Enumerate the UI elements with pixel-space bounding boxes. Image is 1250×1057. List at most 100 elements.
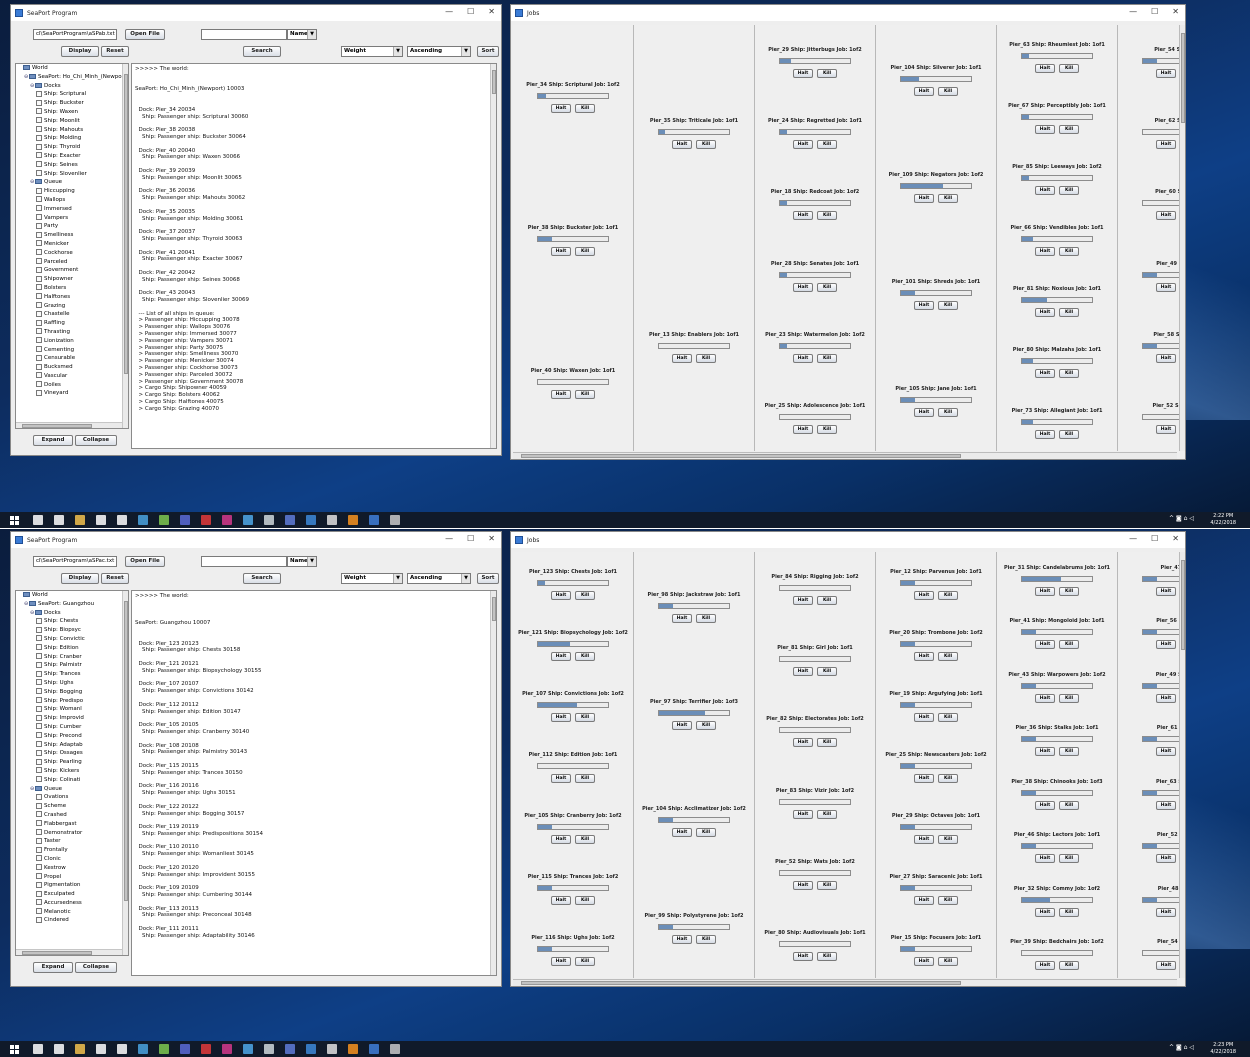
tree-node[interactable]: Demonstrator: [16, 829, 128, 838]
jobs-horizontal-scrollbar[interactable]: [513, 979, 1177, 986]
halt-button[interactable]: Halt: [1156, 425, 1176, 435]
app-icon[interactable]: [306, 1044, 316, 1054]
kill-button[interactable]: Kill: [817, 666, 837, 676]
app-icon[interactable]: [222, 515, 232, 525]
collapse-button[interactable]: Collapse: [75, 962, 117, 973]
halt-button[interactable]: Halt: [672, 934, 692, 944]
kill-button[interactable]: Kill: [1059, 961, 1079, 971]
halt-button[interactable]: Halt: [1156, 747, 1176, 757]
output-vertical-scrollbar[interactable]: [490, 64, 496, 448]
tree-node[interactable]: World: [16, 591, 128, 600]
scroll-thumb[interactable]: [492, 70, 496, 94]
sort-field-select[interactable]: Weight ▼: [341, 46, 403, 57]
halt-button[interactable]: Halt: [551, 246, 571, 256]
kill-button[interactable]: Kill: [817, 139, 837, 149]
halt-button[interactable]: Halt: [1035, 961, 1055, 971]
tree-node[interactable]: Cementing: [16, 346, 128, 355]
tree-node[interactable]: Accursedness: [16, 899, 128, 908]
app-icon[interactable]: [180, 515, 190, 525]
tree-node[interactable]: Thrasting: [16, 328, 128, 337]
reset-button[interactable]: Reset: [101, 573, 129, 584]
world-tree[interactable]: World ⊖ SeaPort: Ho_Chi_Minh_(Newpo ⊖ Docks S…: [15, 63, 129, 429]
halt-button[interactable]: Halt: [672, 720, 692, 730]
tree-node[interactable]: Ship: Thyroid: [16, 143, 128, 152]
notepad-icon[interactable]: [159, 515, 169, 525]
tree-node[interactable]: Party: [16, 222, 128, 231]
halt-button[interactable]: Halt: [793, 68, 813, 78]
task-view-icon[interactable]: [54, 1044, 64, 1054]
scroll-thumb[interactable]: [521, 454, 961, 458]
kill-button[interactable]: Kill: [938, 896, 958, 906]
search-input[interactable]: [201, 29, 287, 40]
scroll-thumb[interactable]: [1181, 33, 1185, 123]
minimize-icon[interactable]: —: [445, 534, 453, 543]
halt-button[interactable]: Halt: [793, 353, 813, 363]
jobs-vertical-scrollbar[interactable]: [1179, 552, 1185, 978]
tree-node[interactable]: Ship: Adaptab: [16, 741, 128, 750]
tree-node[interactable]: Ship: Cumber: [16, 723, 128, 732]
tree-node[interactable]: Chastelle: [16, 310, 128, 319]
kill-button[interactable]: Kill: [1059, 124, 1079, 134]
display-button[interactable]: Display: [61, 46, 99, 57]
kill-button[interactable]: Kill: [938, 86, 958, 96]
halt-button[interactable]: Halt: [914, 773, 934, 783]
close-icon[interactable]: ✕: [488, 7, 495, 16]
halt-button[interactable]: Halt: [672, 140, 692, 149]
halt-button[interactable]: Halt: [1035, 308, 1055, 318]
scroll-thumb[interactable]: [492, 597, 496, 621]
halt-button[interactable]: Halt: [551, 651, 571, 661]
kill-button[interactable]: Kill: [1059, 800, 1079, 810]
close-icon[interactable]: ✕: [1172, 534, 1179, 543]
tree-node[interactable]: Ship: Precond: [16, 732, 128, 741]
halt-button[interactable]: Halt: [793, 282, 813, 292]
settings-icon[interactable]: [243, 515, 253, 525]
tree-node[interactable]: ⊖ Queue: [16, 785, 128, 794]
system-tray[interactable]: ^ ◙ ⌂ ◁: [1169, 515, 1194, 522]
halt-button[interactable]: Halt: [1156, 907, 1176, 917]
tree-node[interactable]: Menicker: [16, 240, 128, 249]
kill-button[interactable]: Kill: [1059, 63, 1079, 73]
settings-icon[interactable]: [243, 1044, 253, 1054]
tree-node[interactable]: Ship: Waxen: [16, 108, 128, 117]
scroll-thumb[interactable]: [22, 951, 92, 955]
app-icon[interactable]: [222, 1044, 232, 1054]
tree-node[interactable]: Halftones: [16, 293, 128, 302]
tree-node[interactable]: Flabbergast: [16, 820, 128, 829]
halt-button[interactable]: Halt: [914, 86, 934, 96]
kill-button[interactable]: Kill: [575, 246, 595, 256]
java-icon[interactable]: [390, 515, 400, 525]
halt-button[interactable]: Halt: [914, 590, 934, 600]
halt-button[interactable]: Halt: [1035, 854, 1055, 864]
windows-start-icon[interactable]: [10, 516, 19, 525]
halt-button[interactable]: Halt: [1156, 586, 1176, 596]
app-icon[interactable]: [264, 515, 274, 525]
kill-button[interactable]: Kill: [575, 712, 595, 722]
halt-button[interactable]: Halt: [1156, 800, 1176, 810]
tree-node[interactable]: World: [16, 64, 128, 73]
halt-button[interactable]: Halt: [1156, 353, 1176, 363]
tree-vertical-scrollbar[interactable]: [122, 591, 128, 955]
seaport-titlebar[interactable]: SeaPort Program — ☐ ✕: [11, 5, 501, 21]
tree-node[interactable]: Bucksmed: [16, 363, 128, 372]
halt-button[interactable]: Halt: [1156, 961, 1176, 971]
kill-button[interactable]: Kill: [938, 407, 958, 417]
halt-button[interactable]: Halt: [914, 300, 934, 310]
kill-button[interactable]: Kill: [1059, 640, 1079, 650]
tree-node[interactable]: Ship: Convictic: [16, 635, 128, 644]
app-icon[interactable]: [369, 1044, 379, 1054]
halt-button[interactable]: Halt: [551, 773, 571, 783]
tree-node[interactable]: Clonic: [16, 855, 128, 864]
minimize-icon[interactable]: —: [445, 7, 453, 16]
tree-node[interactable]: Propel: [16, 873, 128, 882]
tree-node[interactable]: ⊖ Queue: [16, 178, 128, 187]
tree-node[interactable]: Ship: Bogging: [16, 688, 128, 697]
tree-node[interactable]: Ship: Seines: [16, 161, 128, 170]
halt-button[interactable]: Halt: [551, 835, 571, 845]
app-icon[interactable]: [138, 515, 148, 525]
close-icon[interactable]: ✕: [488, 534, 495, 543]
halt-button[interactable]: Halt: [551, 896, 571, 906]
halt-button[interactable]: Halt: [793, 666, 813, 676]
kill-button[interactable]: Kill: [696, 934, 716, 944]
tree-node[interactable]: Cockhorse: [16, 249, 128, 258]
tree-node[interactable]: ⊖ SeaPort: Ho_Chi_Minh_(Newpo: [16, 73, 128, 82]
